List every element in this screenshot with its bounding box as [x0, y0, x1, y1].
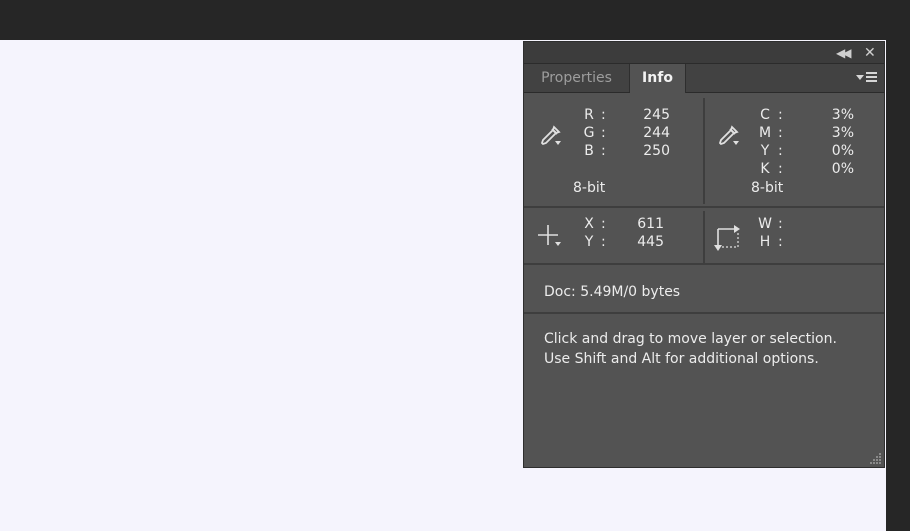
section-divider [703, 211, 705, 263]
colon: : [601, 107, 606, 123]
workspace-gutter [886, 40, 910, 531]
document-size-section: Doc: 5.49M/0 bytes [524, 268, 884, 314]
tool-hint-line-2: Use Shift and Alt for additional options… [544, 351, 819, 367]
tool-hint-line-1: Click and drag to move layer or selectio… [544, 331, 837, 347]
position-size-section: X : 611 Y : 445 W : H : [524, 209, 884, 265]
y-label: Y [584, 234, 594, 250]
panel-header: ◀◀ ✕ [524, 42, 884, 64]
transform-size-icon[interactable] [712, 221, 744, 253]
info-panel: ◀◀ ✕ Properties Info R : 245 G : 244 B:… [523, 41, 885, 468]
tab-properties[interactable]: Properties [524, 64, 630, 92]
colon: : [601, 216, 606, 232]
colon: : [778, 216, 783, 232]
x-value: 611 [637, 216, 664, 232]
doc-size-text: Doc: 5.49M/0 bytes [544, 284, 681, 300]
colon: : [778, 161, 783, 177]
colon: : [601, 143, 606, 159]
colon: : [601, 234, 606, 250]
crosshair-icon[interactable] [536, 223, 564, 251]
colon: : [778, 143, 783, 159]
rgb-g-value: 244 [643, 125, 670, 141]
colon: : [778, 125, 783, 141]
colon: : [778, 234, 783, 250]
y-value: 445 [637, 234, 664, 250]
cmyk-c-value: 3% [831, 107, 854, 123]
cmyk-y-label: Y [760, 143, 770, 159]
rgb-b-value: 250 [643, 143, 670, 159]
panel-tab-bar: Properties Info [524, 64, 884, 93]
rgb-g-label: G [583, 125, 595, 141]
eyedropper-icon[interactable] [538, 124, 562, 148]
color-readout-section: R : 245 G : 244 B : 250 8-bit C : 3% M : [524, 94, 884, 208]
colon: : [601, 125, 606, 141]
cmyk-m-value: 3% [831, 125, 854, 141]
h-label: H [759, 234, 771, 250]
cmyk-k-label: K [760, 161, 770, 177]
w-label: W [758, 216, 772, 232]
tab-info[interactable]: Info [630, 64, 686, 93]
app-top-bar [0, 0, 910, 40]
close-icon[interactable]: ✕ [864, 44, 876, 62]
resize-grip-icon[interactable] [868, 451, 882, 465]
x-label: X [584, 216, 594, 232]
section-divider [703, 98, 705, 204]
double-chevron-left-icon[interactable]: ◀◀ [836, 44, 852, 62]
cmyk-bit-depth: 8-bit [751, 180, 784, 196]
colon: : [778, 107, 783, 123]
tool-hint-section: Click and drag to move layer or selectio… [524, 315, 884, 467]
rgb-r-label: R [584, 107, 594, 123]
rgb-b-label: B [584, 143, 594, 159]
panel-menu-icon[interactable] [856, 70, 878, 86]
rgb-r-value: 245 [643, 107, 670, 123]
cmyk-m-label: M [758, 125, 772, 141]
cmyk-c-label: C [760, 107, 770, 123]
rgb-bit-depth: 8-bit [573, 180, 606, 196]
cmyk-y-value: 0% [831, 143, 854, 159]
eyedropper-icon[interactable] [716, 124, 740, 148]
cmyk-k-value: 0% [831, 161, 854, 177]
